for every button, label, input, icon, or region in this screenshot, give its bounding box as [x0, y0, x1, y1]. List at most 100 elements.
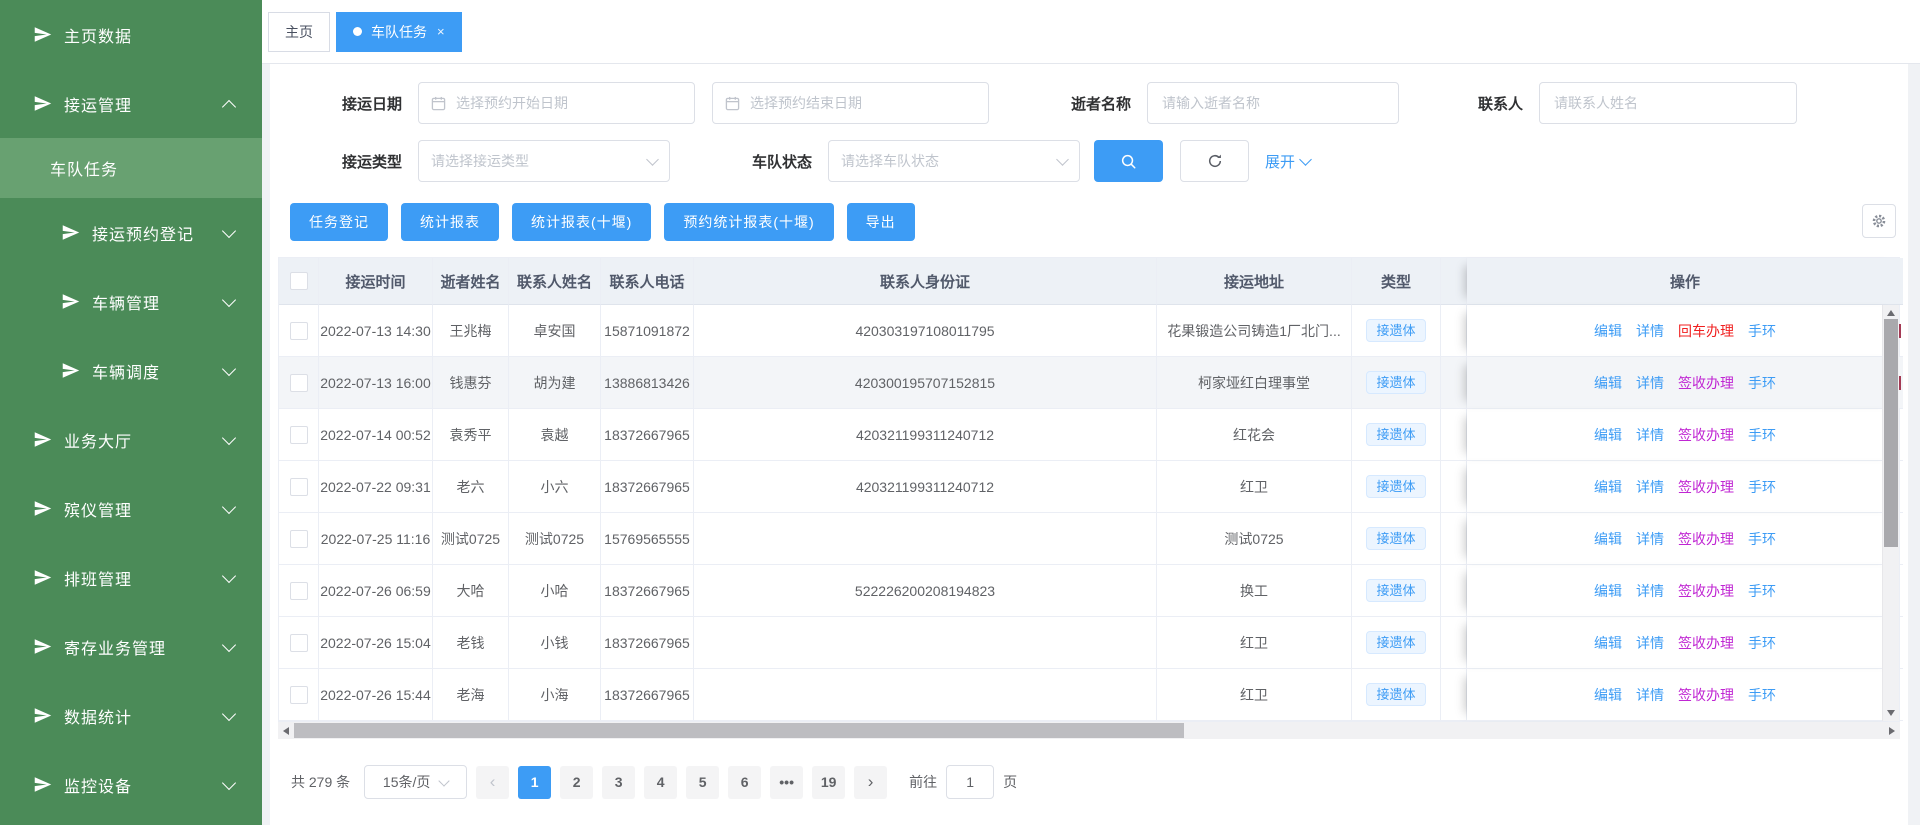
- sidebar-item[interactable]: 接运预约登记: [0, 198, 262, 267]
- op-link[interactable]: 手环: [1748, 581, 1776, 601]
- op-link[interactable]: 编辑: [1594, 633, 1622, 653]
- row-checkbox[interactable]: [290, 374, 308, 392]
- date-end-field[interactable]: [748, 94, 976, 112]
- toolbar-button[interactable]: 统计报表: [401, 203, 499, 241]
- sidebar-item[interactable]: 车辆调度: [0, 336, 262, 405]
- op-link[interactable]: 编辑: [1594, 529, 1622, 549]
- select-all-checkbox[interactable]: [290, 272, 308, 290]
- date-start-input[interactable]: [418, 82, 695, 124]
- op-purple-link[interactable]: 签收办理: [1678, 581, 1734, 601]
- op-link[interactable]: 详情: [1636, 581, 1664, 601]
- page-button[interactable]: 2: [560, 766, 593, 799]
- op-link[interactable]: 手环: [1748, 425, 1776, 445]
- row-checkbox[interactable]: [290, 530, 308, 548]
- page-button[interactable]: 4: [644, 766, 677, 799]
- deceased-name-field[interactable]: [1160, 94, 1386, 112]
- row-checkbox-cell: [279, 565, 319, 617]
- op-link[interactable]: 详情: [1636, 373, 1664, 393]
- op-link[interactable]: 手环: [1748, 633, 1776, 653]
- op-link[interactable]: 手环: [1748, 373, 1776, 393]
- sidebar-item[interactable]: 数据统计: [0, 681, 262, 750]
- goto-page-input[interactable]: [946, 765, 994, 799]
- op-purple-link[interactable]: 签收办理: [1678, 477, 1734, 497]
- op-link[interactable]: 详情: [1636, 321, 1664, 341]
- op-purple-link[interactable]: 签收办理: [1678, 529, 1734, 549]
- sidebar-item-label: 数据统计: [64, 704, 132, 728]
- sidebar-item[interactable]: 业务大厅: [0, 405, 262, 474]
- op-link[interactable]: 手环: [1748, 529, 1776, 549]
- toolbar-button[interactable]: 预约统计报表(十堰): [664, 203, 833, 241]
- horizontal-scroll-thumb[interactable]: [294, 723, 1184, 738]
- op-purple-link[interactable]: 签收办理: [1678, 425, 1734, 445]
- cell-value: 18372667965: [604, 479, 690, 495]
- op-link[interactable]: 手环: [1748, 685, 1776, 705]
- sidebar-item[interactable]: 车队任务: [0, 138, 262, 198]
- op-link[interactable]: 详情: [1636, 633, 1664, 653]
- page-button[interactable]: 6: [728, 766, 761, 799]
- sidebar-item[interactable]: 车辆管理: [0, 267, 262, 336]
- deceased-name-input[interactable]: [1147, 82, 1399, 124]
- op-link[interactable]: 编辑: [1594, 685, 1622, 705]
- search-button[interactable]: [1094, 140, 1163, 182]
- scroll-left-arrow[interactable]: [278, 722, 294, 739]
- prev-page-button[interactable]: ‹: [476, 766, 509, 799]
- op-link[interactable]: 编辑: [1594, 581, 1622, 601]
- page-button[interactable]: 5: [686, 766, 719, 799]
- vertical-scrollbar[interactable]: [1882, 305, 1899, 721]
- row-checkbox[interactable]: [290, 426, 308, 444]
- op-link[interactable]: 编辑: [1594, 373, 1622, 393]
- op-purple-link[interactable]: 签收办理: [1678, 685, 1734, 705]
- refresh-button[interactable]: [1180, 140, 1249, 182]
- op-purple-link[interactable]: 签收办理: [1678, 373, 1734, 393]
- column-title: 类型: [1381, 271, 1411, 292]
- sidebar-item[interactable]: 监控设备: [0, 750, 262, 819]
- cell-value: 袁秀平: [450, 425, 492, 445]
- column-settings-button[interactable]: [1862, 204, 1896, 238]
- op-link[interactable]: 手环: [1748, 477, 1776, 497]
- expand-toggle[interactable]: 展开: [1265, 151, 1310, 172]
- next-page-button[interactable]: ›: [854, 766, 887, 799]
- pickup-type-select[interactable]: 请选择接运类型: [418, 140, 670, 182]
- tab-item[interactable]: 主页: [268, 12, 330, 52]
- op-purple-link[interactable]: 签收办理: [1678, 633, 1734, 653]
- sidebar-item[interactable]: 殡仪管理: [0, 474, 262, 543]
- toolbar-button[interactable]: 统计报表(十堰): [512, 203, 651, 241]
- scroll-down-arrow[interactable]: [1883, 705, 1899, 721]
- more-pages-button[interactable]: •••: [770, 766, 803, 799]
- date-start-field[interactable]: [454, 94, 682, 112]
- row-checkbox[interactable]: [290, 478, 308, 496]
- row-checkbox[interactable]: [290, 322, 308, 340]
- op-link[interactable]: 编辑: [1594, 321, 1622, 341]
- page-button[interactable]: 19: [812, 766, 845, 799]
- op-link[interactable]: 手环: [1748, 321, 1776, 341]
- cell-value: 小六: [541, 477, 569, 497]
- sidebar-item[interactable]: 寄存业务管理: [0, 612, 262, 681]
- contact-field[interactable]: [1552, 94, 1784, 112]
- row-checkbox[interactable]: [290, 634, 308, 652]
- page-button[interactable]: 1: [518, 766, 551, 799]
- row-checkbox[interactable]: [290, 582, 308, 600]
- fleet-status-select[interactable]: 请选择车队状态: [828, 140, 1080, 182]
- sidebar-item[interactable]: 接运管理: [0, 69, 262, 138]
- page-button[interactable]: 3: [602, 766, 635, 799]
- op-red-link[interactable]: 回车办理: [1678, 321, 1734, 341]
- op-link[interactable]: 编辑: [1594, 477, 1622, 497]
- horizontal-scrollbar[interactable]: [278, 722, 1900, 739]
- contact-input[interactable]: [1539, 82, 1797, 124]
- op-link[interactable]: 编辑: [1594, 425, 1622, 445]
- scroll-right-arrow[interactable]: [1884, 722, 1900, 739]
- row-checkbox[interactable]: [290, 686, 308, 704]
- tab-active[interactable]: 车队任务×: [336, 12, 462, 52]
- sidebar-item[interactable]: 排班管理: [0, 543, 262, 612]
- page-size-select[interactable]: 15条/页: [364, 765, 467, 799]
- date-end-input[interactable]: [712, 82, 989, 124]
- close-icon[interactable]: ×: [437, 25, 445, 38]
- op-link[interactable]: 详情: [1636, 477, 1664, 497]
- op-link[interactable]: 详情: [1636, 425, 1664, 445]
- toolbar-button[interactable]: 任务登记: [290, 203, 388, 241]
- op-link[interactable]: 详情: [1636, 685, 1664, 705]
- toolbar-button[interactable]: 导出: [847, 203, 915, 241]
- sidebar-item[interactable]: 主页数据: [0, 0, 262, 69]
- vertical-scroll-thumb[interactable]: [1884, 319, 1898, 547]
- op-link[interactable]: 详情: [1636, 529, 1664, 549]
